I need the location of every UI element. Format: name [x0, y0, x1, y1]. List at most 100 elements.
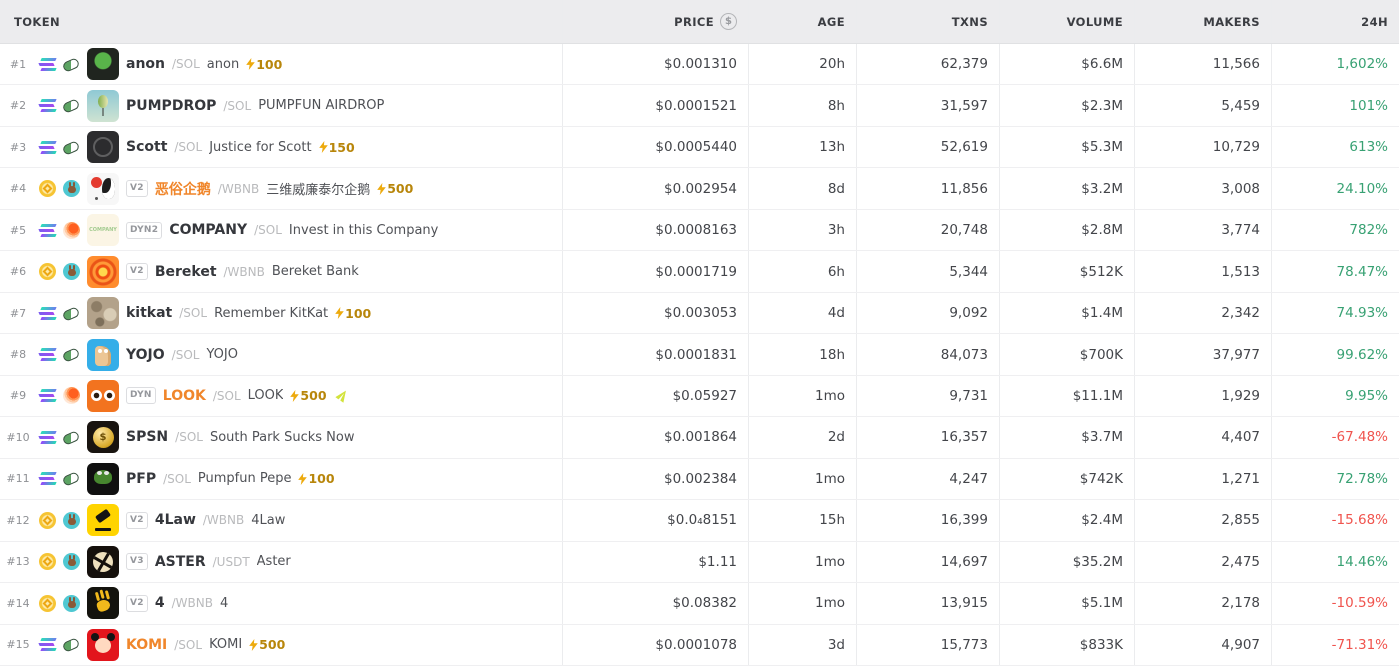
column-header-txns[interactable]: TXNS	[857, 0, 1000, 43]
column-header-age[interactable]: AGE	[749, 0, 857, 43]
rank-label: #7	[4, 307, 32, 320]
txns-cell: 52,619	[857, 127, 1000, 167]
makers-cell: 3,774	[1135, 210, 1272, 250]
token-name: Pumpfun Pepe	[198, 471, 292, 486]
column-header-volume[interactable]: VOLUME	[1000, 0, 1135, 43]
token-symbol: ASTER	[155, 554, 206, 570]
pumpswap-dex-icon	[63, 429, 80, 446]
column-header-makers[interactable]: MAKERS	[1135, 0, 1272, 43]
boost-indicator: 500	[249, 637, 285, 652]
age-header-label: AGE	[818, 15, 845, 29]
price-cell: $0.001864	[563, 417, 749, 457]
lightning-bolt-icon	[290, 390, 299, 402]
change-24h-cell: 101%	[1272, 85, 1399, 125]
token-row[interactable]: #6 V2 Bereket /WBNB Bereket Bank $0.0001…	[0, 251, 1399, 292]
column-header-price[interactable]: PRICE $	[563, 0, 749, 43]
usd-coin-icon[interactable]: $	[720, 13, 737, 30]
token-row[interactable]: #11 PFP /SOL Pumpfun Pepe 100 $0.002384 …	[0, 459, 1399, 500]
token-avatar	[87, 587, 119, 619]
change-24h-cell: 24.10%	[1272, 168, 1399, 208]
volume-cell: $742K	[1000, 459, 1135, 499]
token-name: 4	[220, 596, 228, 611]
change-24h-cell: -10.59%	[1272, 583, 1399, 623]
column-header-24h[interactable]: 24H	[1272, 0, 1399, 43]
token-cell: #6 V2 Bereket /WBNB Bereket Bank	[0, 251, 563, 291]
age-cell: 8d	[749, 168, 857, 208]
makers-cell: 4,907	[1135, 625, 1272, 665]
volume-cell: $833K	[1000, 625, 1135, 665]
token-cell: #12 V2 4Law /WBNB 4Law	[0, 500, 563, 540]
quote-token-label: /SOL	[179, 306, 207, 320]
token-cell: #5 COMPANY DYN2 COMPANY /SOL Invest in t…	[0, 210, 563, 250]
quote-token-label: /SOL	[172, 57, 200, 71]
age-cell: 1mo	[749, 376, 857, 416]
token-cell: #1 anon /SOL anon 100	[0, 44, 563, 84]
column-header-token[interactable]: TOKEN	[0, 0, 563, 43]
token-symbol: SPSN	[126, 429, 168, 445]
token-name: 三维威廉泰尔企鹅	[266, 179, 370, 198]
rank-label: #4	[4, 182, 32, 195]
bnb-chain-icon	[39, 512, 56, 529]
boost-indicator: 100	[298, 471, 334, 486]
price-cell: $1.11	[563, 542, 749, 582]
token-avatar	[87, 546, 119, 578]
rank-label: #1	[4, 58, 32, 71]
token-row[interactable]: #1 anon /SOL anon 100 $0.001310 20h 62,3…	[0, 44, 1399, 85]
token-row[interactable]: #4 V2 恶俗企鹅 /WBNB 三维威廉泰尔企鹅 500 $0.002954 …	[0, 168, 1399, 209]
token-cell: #4 V2 恶俗企鹅 /WBNB 三维威廉泰尔企鹅 500	[0, 168, 563, 208]
quote-token-label: /USDT	[213, 555, 250, 569]
change-24h-cell: 613%	[1272, 127, 1399, 167]
token-row[interactable]: #8 YOJO /SOL YOJO $0.0001831 18h 84,073 …	[0, 334, 1399, 375]
token-row[interactable]: #2 PUMPDROP /SOL PUMPFUN AIRDROP $0.0001…	[0, 85, 1399, 126]
txns-cell: 16,399	[857, 500, 1000, 540]
solana-chain-icon	[39, 346, 56, 363]
age-cell: 3h	[749, 210, 857, 250]
lightning-bolt-icon	[249, 639, 258, 651]
txns-cell: 31,597	[857, 85, 1000, 125]
change-24h-cell: -15.68%	[1272, 500, 1399, 540]
token-row[interactable]: #15 KOMI /SOL KOMI 500 $0.0001078 3d 15,…	[0, 625, 1399, 666]
solana-chain-icon	[39, 470, 56, 487]
quote-token-label: /WBNB	[224, 265, 265, 279]
token-row[interactable]: #3 Scott /SOL Justice for Scott 150 $0.0…	[0, 127, 1399, 168]
volume-cell: $5.3M	[1000, 127, 1135, 167]
pumpswap-dex-icon	[63, 139, 80, 156]
volume-cell: $2.4M	[1000, 500, 1135, 540]
rank-label: #13	[4, 555, 32, 568]
token-avatar	[87, 463, 119, 495]
volume-cell: $2.8M	[1000, 210, 1135, 250]
token-symbol: KOMI	[126, 637, 167, 653]
token-name: LOOK	[248, 388, 284, 403]
token-row[interactable]: #13 V3 ASTER /USDT Aster $1.11 1mo 14,69…	[0, 542, 1399, 583]
quote-token-label: /SOL	[213, 389, 241, 403]
token-row[interactable]: #9 DYN LOOK /SOL LOOK 500 $0.05927 1mo 9…	[0, 376, 1399, 417]
makers-cell: 2,178	[1135, 583, 1272, 623]
pool-version-badge: V2	[126, 180, 148, 197]
txns-cell: 15,773	[857, 625, 1000, 665]
token-cell: #7 kitkat /SOL Remember KitKat 100	[0, 293, 563, 333]
volume-cell: $11.1M	[1000, 376, 1135, 416]
token-avatar	[87, 297, 119, 329]
price-cell: $0.0₄8151	[563, 500, 749, 540]
price-cell: $0.0001078	[563, 625, 749, 665]
token-table-body: #1 anon /SOL anon 100 $0.001310 20h 62,3…	[0, 44, 1399, 666]
volume-header-label: VOLUME	[1067, 15, 1123, 29]
change-24h-cell: -71.31%	[1272, 625, 1399, 665]
token-row[interactable]: #14 V2 4 /WBNB 4 $0.08382 1mo 13,915 $5.…	[0, 583, 1399, 624]
token-avatar	[87, 380, 119, 412]
quote-token-label: /WBNB	[172, 596, 213, 610]
meteora-dex-icon	[63, 222, 80, 239]
token-row[interactable]: #7 kitkat /SOL Remember KitKat 100 $0.00…	[0, 293, 1399, 334]
token-symbol: anon	[126, 56, 165, 72]
token-row[interactable]: #5 COMPANY DYN2 COMPANY /SOL Invest in t…	[0, 210, 1399, 251]
token-name: PUMPFUN AIRDROP	[258, 98, 384, 113]
token-name: South Park Sucks Now	[210, 430, 355, 445]
token-avatar	[87, 131, 119, 163]
makers-cell: 2,855	[1135, 500, 1272, 540]
makers-header-label: MAKERS	[1203, 15, 1260, 29]
token-row[interactable]: #12 V2 4Law /WBNB 4Law $0.0₄8151 15h 16,…	[0, 500, 1399, 541]
age-cell: 1mo	[749, 459, 857, 499]
token-row[interactable]: #10 SPSN /SOL South Park Sucks Now $0.00…	[0, 417, 1399, 458]
quote-token-label: /SOL	[174, 140, 202, 154]
solana-chain-icon	[39, 429, 56, 446]
